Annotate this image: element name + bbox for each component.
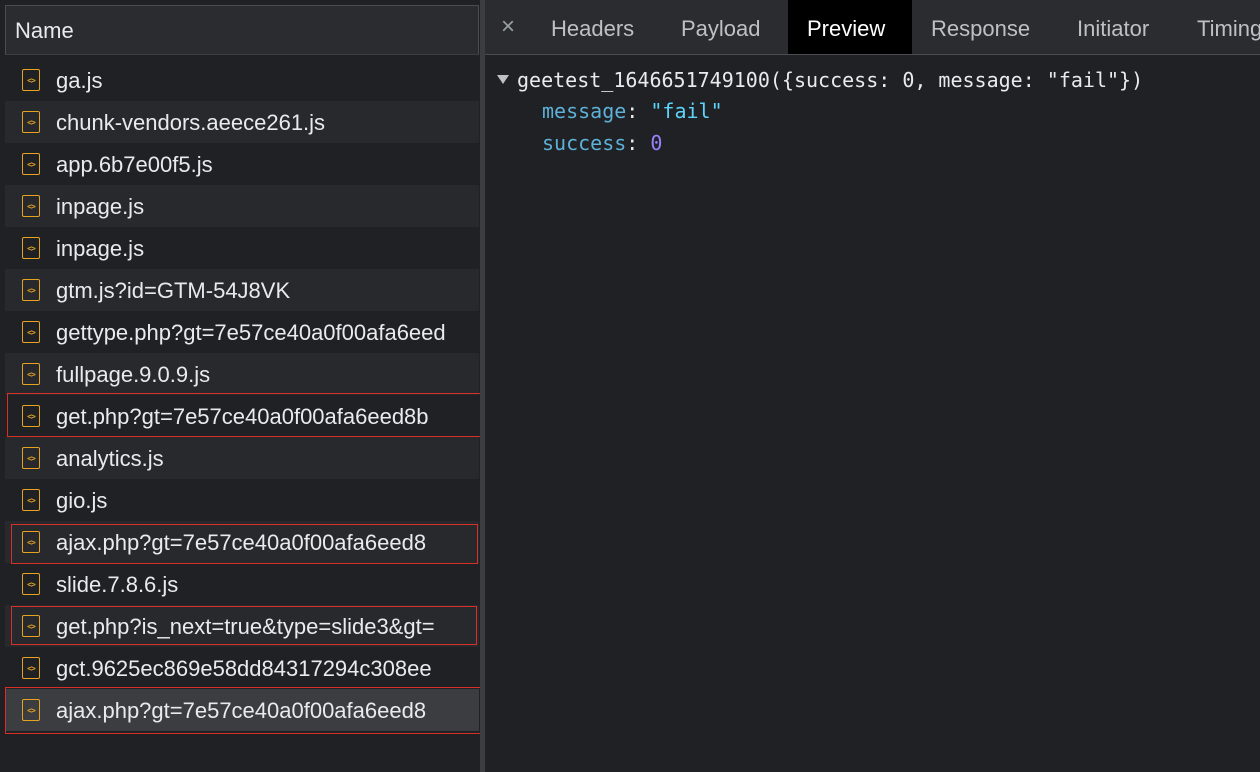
network-request-list: Name ga.js chunk-vendors.aeece261.js app…	[0, 0, 485, 772]
property-value: 0	[650, 131, 663, 155]
preview-property[interactable]: success: 0	[542, 131, 662, 155]
name-column-header-label: Name	[15, 18, 74, 43]
request-row[interactable]: analytics.js	[5, 437, 479, 479]
tab-payload[interactable]: Payload	[667, 0, 782, 54]
request-row[interactable]: inpage.js	[5, 227, 479, 269]
request-row[interactable]: app.6b7e00f5.js	[5, 143, 479, 185]
request-row-selected[interactable]: ajax.php?gt=7e57ce40a0f00afa6eed8	[5, 689, 479, 731]
request-row[interactable]: ajax.php?gt=7e57ce40a0f00afa6eed8	[5, 521, 479, 563]
request-name: ga.js	[56, 68, 103, 93]
request-name: inpage.js	[56, 236, 145, 261]
request-name: gct.9625ec869e58dd84317294c308ee	[56, 656, 432, 681]
tab-label: Initiator	[1077, 16, 1150, 41]
request-name: analytics.js	[56, 446, 164, 471]
script-file-icon	[22, 321, 40, 343]
request-name: inpage.js	[56, 194, 145, 219]
request-name: ajax.php?gt=7e57ce40a0f00afa6eed8	[56, 698, 427, 723]
script-file-icon	[22, 615, 40, 637]
property-separator: :	[626, 99, 651, 123]
tab-label: Preview	[807, 16, 886, 41]
request-row[interactable]: gtm.js?id=GTM-54J8VK	[5, 269, 479, 311]
request-name: gtm.js?id=GTM-54J8VK	[56, 278, 291, 303]
tab-headers[interactable]: Headers	[537, 0, 655, 54]
request-row[interactable]: inpage.js	[5, 185, 479, 227]
script-file-icon	[22, 657, 40, 679]
request-name: gio.js	[56, 488, 108, 513]
request-name: slide.7.8.6.js	[56, 572, 179, 597]
request-details-panel: × Headers Payload Preview Response Initi…	[485, 0, 1260, 772]
request-name: ajax.php?gt=7e57ce40a0f00afa6eed8	[56, 530, 427, 555]
request-row[interactable]: fullpage.9.0.9.js	[5, 353, 479, 395]
script-file-icon	[22, 531, 40, 553]
tab-preview[interactable]: Preview	[788, 0, 912, 54]
script-file-icon	[22, 699, 40, 721]
preview-root-object[interactable]: geetest_1646651749100({success: 0, messa…	[497, 68, 1143, 92]
tab-label: Payload	[681, 16, 761, 41]
request-name: gettype.php?gt=7e57ce40a0f00afa6eed	[56, 320, 446, 345]
request-row[interactable]: get.php?is_next=true&type=slide3&gt=	[5, 605, 479, 647]
property-value: "fail"	[650, 99, 723, 123]
script-file-icon	[22, 489, 40, 511]
request-name: chunk-vendors.aeece261.js	[56, 110, 326, 135]
script-file-icon	[22, 237, 40, 259]
script-file-icon	[22, 573, 40, 595]
disclosure-triangle-icon[interactable]	[497, 75, 509, 84]
script-file-icon	[22, 363, 40, 385]
script-file-icon	[22, 405, 40, 427]
tab-label: Timing	[1197, 16, 1260, 41]
details-tab-bar: × Headers Payload Preview Response Initi…	[485, 0, 1260, 55]
request-row[interactable]: chunk-vendors.aeece261.js	[5, 101, 479, 143]
request-name: app.6b7e00f5.js	[56, 152, 213, 177]
request-name: fullpage.9.0.9.js	[56, 362, 211, 387]
tab-label: Response	[931, 16, 1031, 41]
request-name: get.php?gt=7e57ce40a0f00afa6eed8b	[56, 404, 429, 429]
preview-property[interactable]: message: "fail"	[542, 99, 723, 123]
property-key: message	[542, 99, 627, 123]
name-column-header[interactable]: Name	[5, 5, 479, 55]
tab-timing[interactable]: Timing	[1184, 0, 1260, 54]
request-row[interactable]: gettype.php?gt=7e57ce40a0f00afa6eed	[5, 311, 479, 353]
preview-root-text: geetest_1646651749100({success: 0, messa…	[517, 68, 1144, 92]
request-row[interactable]: ga.js	[5, 59, 479, 101]
tab-initiator[interactable]: Initiator	[1063, 0, 1173, 54]
script-file-icon	[22, 153, 40, 175]
request-rows: ga.js chunk-vendors.aeece261.js app.6b7e…	[5, 59, 479, 731]
close-icon[interactable]: ×	[501, 13, 515, 41]
tab-label: Headers	[551, 16, 635, 41]
script-file-icon	[22, 279, 40, 301]
property-key: success	[542, 131, 627, 155]
script-file-icon	[22, 111, 40, 133]
request-name: get.php?is_next=true&type=slide3&gt=	[56, 614, 435, 639]
script-file-icon	[22, 195, 40, 217]
request-row[interactable]: gct.9625ec869e58dd84317294c308ee	[5, 647, 479, 689]
request-row[interactable]: slide.7.8.6.js	[5, 563, 479, 605]
script-file-icon	[22, 69, 40, 91]
property-separator: :	[626, 131, 651, 155]
script-file-icon	[22, 447, 40, 469]
tab-response[interactable]: Response	[918, 0, 1053, 54]
request-row[interactable]: get.php?gt=7e57ce40a0f00afa6eed8b	[5, 395, 479, 437]
request-row[interactable]: gio.js	[5, 479, 479, 521]
